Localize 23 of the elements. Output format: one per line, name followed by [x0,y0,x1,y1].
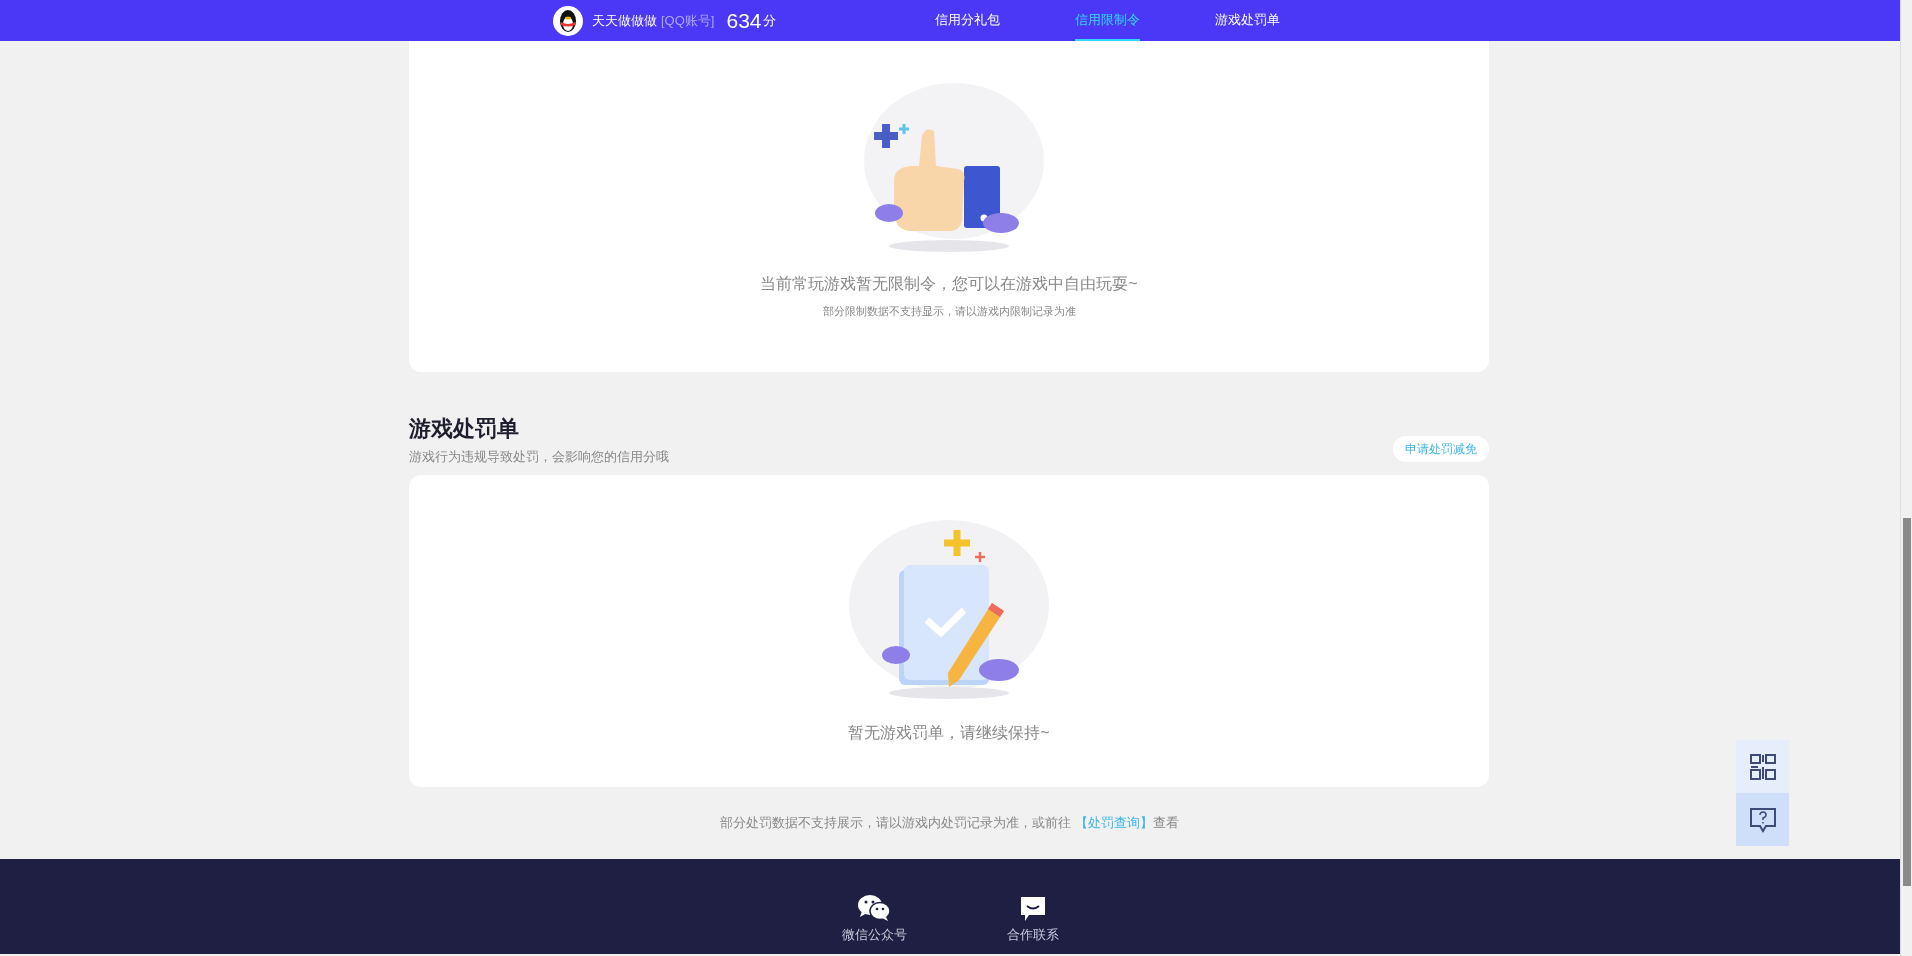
credit-score: 634 [726,8,762,33]
data-note: 部分限制数据不支持显示，请以游戏内限制记录为准 [822,304,1076,319]
section-subtitle: 游戏行为违规导致处罚，会影响您的信用分哦 [409,448,669,466]
avatar[interactable] [553,5,583,36]
footer-link[interactable]: 合作联系 [1006,894,1059,954]
qr-code-button[interactable] [1736,740,1789,793]
empty-message: 当前常玩游戏暂无限制令，您可以在游戏中自由玩耍~ [760,274,1138,294]
penguin-icon [558,8,578,33]
qr-code-icon [1748,752,1777,781]
footer-link[interactable]: 微信公众号 [841,894,907,954]
user-name: 天天做做做 [592,11,657,30]
nav-tab[interactable]: 信用分礼包 [935,0,1000,41]
message-icon [1019,896,1046,922]
scrollbar-thumb[interactable] [1903,518,1911,886]
account-type: [QQ账号] [661,11,715,30]
penalty-note: 部分处罚数据不支持展示，请以游戏内处罚记录为准，或前往 【处罚查询】查看 [718,813,1180,834]
score-unit: 分 [762,11,776,30]
help-button[interactable] [1736,793,1789,846]
empty-message: 暂无游戏罚单，请继续保持~ [848,723,1050,743]
help-bubble-icon [1748,805,1777,834]
chat-bubbles-icon [857,894,891,922]
section-title: 游戏处罚单 [409,415,520,443]
nav-tab[interactable]: 游戏处罚单 [1215,0,1280,41]
